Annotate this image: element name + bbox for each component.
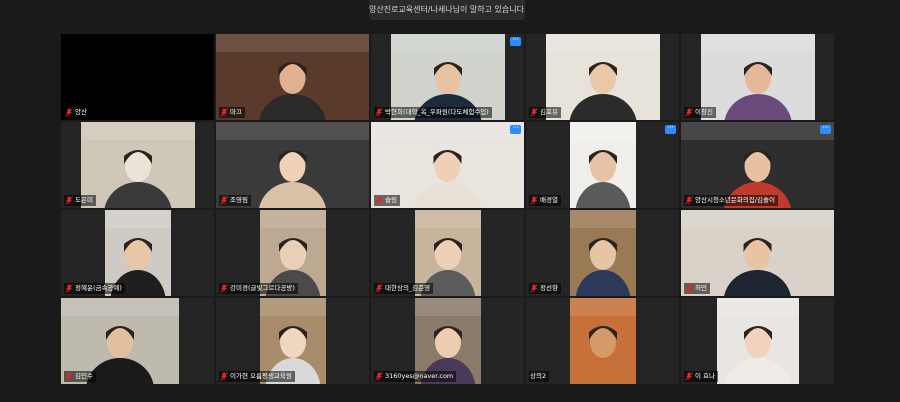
participant-tile[interactable]: 3160yes@naver.com — [371, 298, 524, 384]
participant-tile[interactable]: 마끄 — [216, 34, 369, 120]
participant-name-tag: 배경열 — [529, 195, 561, 206]
participant-name-tag: 마끄 — [219, 107, 245, 118]
mic-muted-icon — [530, 284, 538, 293]
mic-muted-icon — [530, 108, 538, 117]
mic-muted-icon — [65, 372, 73, 381]
participant-tile[interactable]: 박현희(대학_옥_우파원(다도체험수업) ··· — [371, 34, 524, 120]
participant-video — [546, 34, 660, 120]
participant-name-tag: 상의2 — [529, 371, 550, 382]
participant-name: 마끄 — [230, 108, 242, 116]
participant-name-tag: 정선향 — [529, 283, 561, 294]
participant-name-tag: 대한상의_김준영 — [374, 283, 434, 294]
participant-video — [701, 34, 815, 120]
more-options-icon[interactable]: ··· — [510, 36, 521, 46]
participant-name: 대한상의_김준영 — [385, 284, 431, 292]
participant-name: 양산 — [75, 108, 87, 116]
more-options-icon[interactable]: ··· — [665, 124, 676, 134]
participant-name: 배경열 — [540, 196, 558, 204]
mic-muted-icon — [65, 196, 73, 205]
participant-name-tag: 도은미 — [64, 195, 96, 206]
participant-tile[interactable]: 김포유 — [526, 34, 679, 120]
participant-name-tag: 양산 — [64, 107, 90, 118]
more-options-icon[interactable]: ··· — [510, 124, 521, 134]
participant-tile[interactable]: 도은미 — [61, 122, 214, 208]
participant-name: 양산시청소년문화의집/김솔이 — [695, 196, 775, 204]
participant-name: 조영림 — [230, 196, 248, 204]
participant-tile[interactable]: 양산시청소년문화의집/김솔이 ··· — [681, 122, 834, 208]
participant-name: 정선향 — [540, 284, 558, 292]
participant-name: 박현희(대학_옥_우파원(다도체험수업) — [385, 108, 489, 116]
participant-name: 이가현 오름평생교육원 — [230, 372, 292, 380]
participant-video — [717, 298, 799, 384]
participant-tile[interactable]: 조영림 — [216, 122, 369, 208]
participant-tile[interactable]: 정선향 — [526, 210, 679, 296]
participant-name-tag: 슬링 — [374, 195, 400, 206]
participant-name-tag: 이 효나 — [684, 371, 719, 382]
participant-tile[interactable]: 상의2 — [526, 298, 679, 384]
participant-name: 김민수 — [75, 372, 93, 380]
participant-tile[interactable]: 대한상의_김준영 — [371, 210, 524, 296]
participant-name-tag: 박현희(대학_옥_우파원(다도체험수업) — [374, 107, 492, 118]
participant-name: 김포유 — [540, 108, 558, 116]
participant-name: 정혜윤(금속공예) — [75, 284, 122, 292]
participant-tile[interactable]: 배경열 ··· — [526, 122, 679, 208]
participant-name-tag: 이창진 — [684, 107, 716, 118]
participant-video — [570, 298, 636, 384]
participant-video — [81, 122, 195, 208]
participant-name: 이 효나 — [695, 372, 716, 380]
participant-name-tag: 이가현 오름평생교육원 — [219, 371, 295, 382]
participant-name: 상의2 — [530, 372, 547, 380]
mic-muted-icon — [220, 284, 228, 293]
participant-name: 이창진 — [695, 108, 713, 116]
active-speaker-banner: 양산진로교육센터/나세나님이 말하고 있습니다... — [369, 0, 525, 20]
mic-muted-icon — [375, 196, 383, 205]
mic-muted-icon — [220, 108, 228, 117]
mic-muted-icon — [375, 284, 383, 293]
participant-name-tag: 김포유 — [529, 107, 561, 118]
participant-name: 강미경(글빛그르다공방) — [230, 284, 295, 292]
mic-muted-icon — [65, 108, 73, 117]
mic-muted-icon — [375, 108, 383, 117]
mic-muted-icon — [220, 196, 228, 205]
participant-name-tag: 정혜윤(금속공예) — [64, 283, 125, 294]
participant-name-tag: 조영림 — [219, 195, 251, 206]
participant-tile[interactable]: 허민 — [681, 210, 834, 296]
participant-tile[interactable]: 슬링 ··· — [371, 122, 524, 208]
more-options-icon[interactable]: ··· — [820, 124, 831, 134]
participant-name-tag: 양산시청소년문화의집/김솔이 — [684, 195, 778, 206]
participant-tile[interactable]: 김민수 — [61, 298, 214, 384]
participant-tile[interactable]: 이가현 오름평생교육원 — [216, 298, 369, 384]
participant-name: 슬링 — [385, 196, 397, 204]
participant-video — [570, 122, 636, 208]
participant-tile[interactable]: 이창진 — [681, 34, 834, 120]
mic-muted-icon — [685, 372, 693, 381]
participant-tile[interactable]: 정혜윤(금속공예) — [61, 210, 214, 296]
participant-name: 도은미 — [75, 196, 93, 204]
mic-muted-icon — [685, 196, 693, 205]
participant-name-tag: 김민수 — [64, 371, 96, 382]
participant-video — [570, 210, 636, 296]
mic-muted-icon — [220, 372, 228, 381]
participant-name: 허민 — [695, 284, 707, 292]
participant-name-tag: 3160yes@naver.com — [374, 371, 457, 382]
mic-muted-icon — [530, 196, 538, 205]
mic-muted-icon — [65, 284, 73, 293]
participant-name-tag: 강미경(글빛그르다공방) — [219, 283, 298, 294]
participant-tile[interactable]: 강미경(글빛그르다공방) — [216, 210, 369, 296]
participant-tile[interactable]: 양산 — [61, 34, 214, 120]
mic-muted-icon — [685, 284, 693, 293]
participant-name: 3160yes@naver.com — [385, 372, 454, 380]
mic-muted-icon — [685, 108, 693, 117]
participant-name-tag: 허민 — [684, 283, 710, 294]
participant-tile[interactable]: 이 효나 — [681, 298, 834, 384]
mic-muted-icon — [375, 372, 383, 381]
